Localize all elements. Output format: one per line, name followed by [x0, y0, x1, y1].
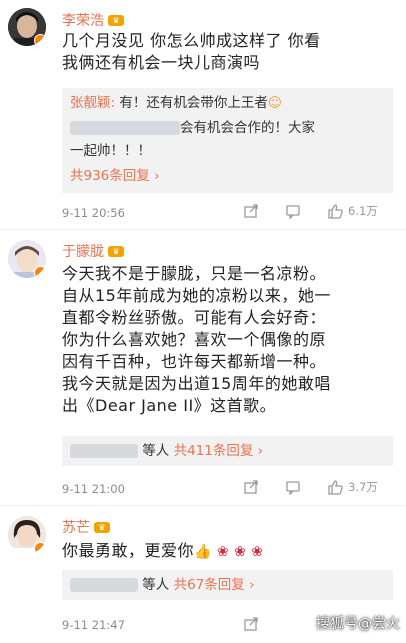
reply-text: 一起帅！！！: [70, 143, 151, 159]
comment-line: 出《Dear Jane II》这首歌。: [62, 396, 277, 415]
reply-line: 一起帅！！！: [70, 141, 151, 161]
comment-text: 今天我不是于朦胧，只是一名凉粉。 自从15年前成为她的凉粉以来，她一 直都令粉丝…: [62, 263, 392, 417]
comment-button[interactable]: [285, 203, 301, 219]
crown-icon: ♛: [108, 245, 124, 257]
blurred-names: [70, 444, 138, 458]
avatar[interactable]: [8, 516, 46, 554]
blurred-text: [70, 121, 180, 135]
share-button[interactable]: [243, 479, 259, 495]
comment-text: 几个月没见 你怎么帅成这样了 你看 我俩还有机会一块儿商演吗: [62, 30, 392, 74]
username-text[interactable]: 李荣浩: [62, 10, 104, 30]
timestamp: 9-11 21:47: [62, 618, 125, 632]
avatar[interactable]: [8, 8, 46, 46]
reply-line: 张靓颖: 有！还有机会带你上王者☺: [70, 93, 282, 113]
timestamp: 9-11 20:56: [62, 206, 125, 220]
share-icon: [244, 204, 258, 218]
comment-line: 你最勇敢，更爱你: [62, 541, 195, 560]
comment-icon: [286, 205, 300, 219]
comment-line: 今天我不是于朦胧，只是一名凉粉。: [62, 264, 327, 283]
comment-line: 自从15年前成为她的凉粉以来，她一: [62, 286, 331, 305]
crown-icon: ♛: [108, 14, 124, 26]
reply-line: 会有机会合作的！大家: [70, 118, 315, 138]
comment-icon: [286, 481, 300, 495]
reply-username[interactable]: 张靓颖:: [70, 95, 115, 111]
comment-button[interactable]: [285, 479, 301, 495]
thumbs-up-icon: [328, 480, 343, 495]
reply-box[interactable]: 等人 共67条回复 ›: [62, 570, 393, 600]
reply-text: 有！还有机会带你上王者: [115, 95, 268, 111]
like-count: 3.7万: [348, 480, 378, 494]
comment-line: 我俩还有机会一块儿商演吗: [62, 53, 261, 72]
blurred-names: [70, 578, 138, 592]
comment-line: 你为什么喜欢她？喜欢一个偶像的原: [62, 330, 327, 349]
rose-emoji: ❀ ❀ ❀: [211, 544, 264, 560]
reply-text: 会有机会合作的！大家: [180, 120, 315, 136]
comment-card: 于朦胧 ♛ 今天我不是于朦胧，只是一名凉粉。 自从15年前成为她的凉粉以来，她一…: [0, 230, 406, 505]
comment-line: 因有千百种，也许每天都新增一种。: [62, 352, 327, 371]
comment-line: 直都令粉丝骄傲。可能有人会好奇：: [62, 308, 327, 327]
chevron-right-icon: ›: [154, 168, 160, 184]
view-replies-link[interactable]: 共411条回复 ›: [174, 443, 263, 459]
smile-icon: ☺: [267, 95, 282, 111]
share-button[interactable]: [243, 203, 259, 219]
username-text[interactable]: 于朦胧: [62, 241, 104, 261]
avatar[interactable]: [8, 240, 46, 278]
username[interactable]: 李荣浩 ♛: [62, 10, 124, 30]
reply-line: 等人 共67条回复 ›: [70, 575, 254, 595]
verified-badge: [34, 34, 46, 46]
timestamp: 9-11 21:00: [62, 482, 125, 496]
share-icon: [244, 617, 258, 631]
reply-box[interactable]: 张靓颖: 有！还有机会带你上王者☺ 会有机会合作的！大家 一起帅！！！ 共936…: [62, 88, 393, 193]
view-replies-link[interactable]: 共67条回复 ›: [174, 577, 255, 593]
thumbs-up-icon: [328, 204, 343, 219]
comment-line: 我今天就是因为出道15周年的她敢唱: [62, 374, 331, 393]
reply-count[interactable]: 共936条回复: [70, 168, 150, 184]
like-button[interactable]: 3.7万: [327, 479, 378, 495]
view-replies-link[interactable]: 共936条回复 ›: [70, 164, 159, 184]
like-button[interactable]: 6.1万: [327, 203, 378, 219]
share-icon: [244, 480, 258, 494]
like-count: 6.1万: [348, 204, 378, 218]
comment-text: 你最勇敢，更爱你👍 ❀ ❀ ❀: [62, 540, 392, 563]
reply-count[interactable]: 共411条回复: [174, 443, 254, 459]
comment-card: 李荣浩 ♛ 几个月没见 你怎么帅成这样了 你看 我俩还有机会一块儿商演吗 张靓颖…: [0, 0, 406, 228]
username[interactable]: 于朦胧 ♛: [62, 241, 124, 261]
verified-badge: [34, 542, 46, 554]
username[interactable]: 苏芒 ♛: [62, 517, 110, 537]
reply-suffix: 等人: [142, 577, 170, 593]
reply-count[interactable]: 共67条回复: [174, 577, 245, 593]
comment-line: 几个月没见 你怎么帅成这样了 你看: [62, 31, 321, 50]
chevron-right-icon: ›: [253, 443, 264, 459]
watermark: 搜狐号@尝火: [316, 616, 400, 632]
thumbs-up-emoji: 👍: [194, 544, 212, 560]
username-text[interactable]: 苏芒: [62, 517, 90, 537]
reply-suffix: 等人: [142, 443, 170, 459]
chevron-right-icon: ›: [244, 577, 255, 593]
reply-box[interactable]: 等人 共411条回复 ›: [62, 436, 393, 466]
share-button[interactable]: [243, 616, 259, 632]
verified-badge: [34, 266, 46, 278]
crown-icon: ♛: [94, 521, 110, 533]
reply-line: 等人 共411条回复 ›: [70, 441, 263, 461]
